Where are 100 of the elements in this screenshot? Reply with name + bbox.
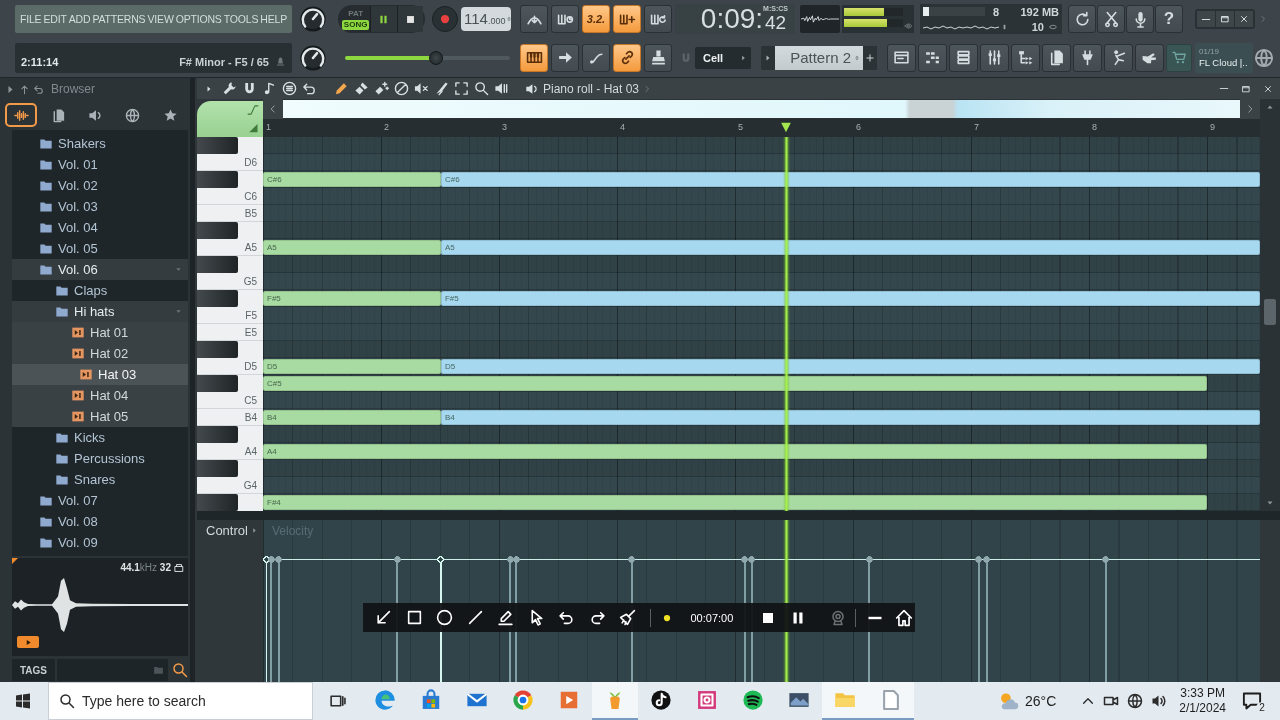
tree-item[interactable]: Claps (12, 280, 188, 301)
note[interactable]: F#5 (440, 291, 1260, 306)
note[interactable]: C#6 (263, 172, 441, 187)
minimize-button[interactable] (1197, 11, 1215, 27)
menu-item[interactable]: HELP (260, 13, 287, 25)
toolbar-button[interactable] (887, 43, 916, 72)
toolbar-button[interactable]: 3.2. (582, 5, 610, 33)
tool-button[interactable] (373, 80, 389, 97)
tool-button[interactable] (353, 80, 369, 97)
add-pattern-button[interactable] (863, 45, 877, 70)
toolbar-button[interactable] (1135, 43, 1164, 72)
task-view-icon[interactable] (329, 692, 346, 710)
tags-button[interactable]: TAGS (12, 659, 55, 681)
note[interactable]: A4 (263, 444, 1208, 459)
vertical-scrollbar[interactable] (1260, 99, 1280, 511)
refresh-button[interactable] (1068, 5, 1096, 33)
velocity-stem[interactable] (263, 555, 271, 682)
toolbar-button[interactable] (980, 43, 1009, 72)
tool-button[interactable] (393, 80, 409, 97)
broom-icon[interactable] (619, 609, 636, 626)
volume-icon[interactable] (1151, 693, 1168, 709)
toolbar-button[interactable] (644, 5, 672, 33)
playhead-marker-icon[interactable] (780, 122, 793, 133)
note[interactable]: F#5 (263, 291, 441, 306)
snap-dropdown[interactable]: Cell (695, 46, 751, 69)
arrow-icon[interactable] (375, 609, 392, 626)
toolbar-button[interactable] (1073, 43, 1102, 72)
globe-icon[interactable] (1127, 693, 1144, 709)
note[interactable]: A5 (440, 240, 1260, 255)
toolbar-button[interactable] (949, 43, 978, 72)
note[interactable]: D5 (440, 359, 1260, 374)
menu-item[interactable]: ADD (68, 13, 91, 25)
tree-item[interactable]: Percussions (12, 448, 188, 469)
cart-button[interactable] (1166, 43, 1192, 72)
toolbar-button[interactable] (1104, 43, 1133, 72)
mode-toggle[interactable]: SONG (341, 19, 370, 30)
toolbar-button[interactable] (644, 43, 672, 72)
tree-item[interactable]: Vol. 06 (12, 259, 188, 280)
note[interactable]: C#5 (263, 376, 1208, 391)
pen-icon[interactable] (497, 609, 514, 626)
knob-icon[interactable] (300, 6, 326, 32)
tree-item[interactable]: Hat 05 (12, 406, 188, 427)
tree-item[interactable]: Vol. 05 (12, 238, 188, 259)
toolbar-button[interactable] (918, 43, 947, 72)
tool-button[interactable] (453, 80, 469, 97)
arrow-up-icon[interactable] (19, 83, 30, 95)
tree-item[interactable]: Vol. 08 (12, 511, 188, 532)
stop-button[interactable] (396, 6, 423, 32)
toolbar-button[interactable] (551, 5, 579, 33)
play-pause-button[interactable] (370, 6, 397, 32)
control-selector[interactable]: Control (197, 523, 258, 538)
play-button[interactable] (17, 636, 39, 648)
tree-item[interactable]: Hat 03 (12, 364, 188, 385)
cut-button[interactable] (1097, 5, 1125, 33)
toolbar-button[interactable] (520, 5, 548, 33)
search-icon[interactable] (172, 662, 188, 678)
tree-item[interactable]: Vol. 04 (12, 217, 188, 238)
tempo-field[interactable]: 114.000 (461, 7, 511, 31)
record-button[interactable] (432, 6, 458, 32)
menu-item[interactable]: PATTERNS (92, 13, 146, 25)
corner-tab[interactable] (197, 101, 263, 137)
note[interactable]: F#4 (263, 495, 1208, 510)
tool-button[interactable] (413, 80, 429, 97)
close-button[interactable] (1235, 11, 1253, 27)
home-icon[interactable] (895, 608, 914, 627)
toolbar-button[interactable] (551, 43, 579, 72)
redo-icon[interactable] (588, 609, 606, 626)
tree-item[interactable]: Vol. 03 (12, 196, 188, 217)
webcam-icon[interactable] (830, 609, 847, 626)
toolbar-button[interactable] (520, 43, 548, 72)
browser-tab[interactable] (5, 103, 37, 127)
tag-search-field[interactable] (57, 659, 168, 681)
menu-item[interactable]: EDIT (43, 13, 67, 25)
toolbar-button[interactable] (582, 43, 610, 72)
menu-item[interactable]: FILE (20, 13, 42, 25)
tree-item[interactable]: Shakers (12, 133, 188, 154)
microphone-button[interactable] (1126, 5, 1154, 33)
tree-item[interactable]: Hat 04 (12, 385, 188, 406)
tree-item[interactable]: Vol. 02 (12, 175, 188, 196)
menu-item[interactable]: OPTIONS (175, 13, 222, 25)
toolbar-button[interactable] (1042, 43, 1071, 72)
volume-slider[interactable] (345, 50, 510, 65)
note[interactable]: B4 (263, 410, 441, 425)
note[interactable]: D5 (263, 359, 441, 374)
knob-icon[interactable] (300, 44, 326, 71)
menu-item[interactable]: TOOLS (223, 13, 259, 25)
tree-item[interactable]: Vol. 01 (12, 154, 188, 175)
toolbar-button[interactable] (613, 43, 641, 72)
help-button[interactable]: ? (1155, 5, 1183, 33)
menu-item[interactable]: VIEW (147, 13, 174, 25)
tree-item[interactable]: Hat 02 (12, 343, 188, 364)
note[interactable]: C#6 (440, 172, 1260, 187)
slider-thumb[interactable] (428, 50, 443, 65)
pattern-selector[interactable]: Pattern 2 (775, 45, 863, 70)
tree-item[interactable]: Hat 01 (12, 322, 188, 343)
square-icon[interactable] (405, 609, 423, 626)
tool-button[interactable] (281, 80, 297, 97)
undo-icon[interactable] (558, 609, 575, 626)
cloud-panel[interactable]: 01/19 FL Cloud |.. (1195, 42, 1253, 73)
note[interactable]: A5 (263, 240, 441, 255)
